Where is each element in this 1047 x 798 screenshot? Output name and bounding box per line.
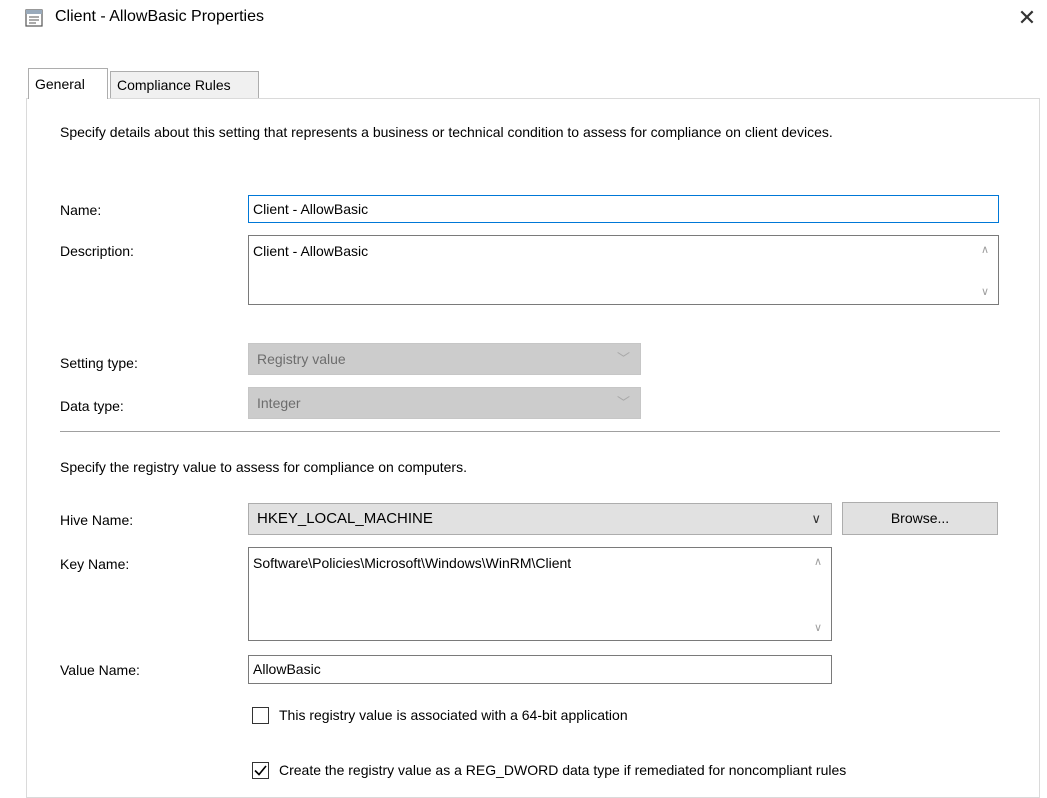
tab-compliance-rules[interactable]: Compliance Rules: [110, 71, 259, 98]
checkmark-icon: [254, 765, 267, 776]
key-name-label: Key Name:: [60, 556, 130, 572]
scroll-up-icon[interactable]: ∧: [805, 552, 831, 572]
value-name-input[interactable]: AllowBasic: [248, 655, 832, 684]
chevron-down-icon: ∨: [811, 511, 821, 526]
checkbox-dword[interactable]: [252, 762, 269, 779]
scroll-down-icon[interactable]: ∨: [972, 282, 998, 302]
value-name-label: Value Name:: [60, 662, 140, 678]
data-type-label: Data type:: [60, 398, 124, 414]
description-textarea[interactable]: Client - AllowBasic ∧ ∨: [248, 235, 999, 305]
key-name-scrollbar[interactable]: ∧ ∨: [805, 548, 831, 640]
hive-name-select[interactable]: HKEY_LOCAL_MACHINE ∨: [248, 503, 832, 535]
browse-button[interactable]: Browse...: [842, 502, 998, 535]
registry-intro-text: Specify the registry value to assess for…: [60, 459, 467, 475]
scroll-down-icon[interactable]: ∨: [805, 618, 831, 638]
key-name-textarea[interactable]: Software\Policies\Microsoft\Windows\WinR…: [248, 547, 832, 641]
hive-name-value: HKEY_LOCAL_MACHINE: [257, 510, 433, 527]
name-label: Name:: [60, 202, 102, 218]
checkbox-64bit[interactable]: [252, 707, 269, 724]
key-name-text: Software\Policies\Microsoft\Windows\WinR…: [253, 555, 572, 571]
description-label: Description:: [60, 243, 134, 259]
data-type-select: Integer ﹀: [248, 387, 641, 419]
chevron-down-icon: ﹀: [616, 351, 630, 366]
name-input[interactable]: Client - AllowBasic: [248, 195, 999, 223]
window-title: Client - AllowBasic Properties: [55, 8, 264, 25]
scroll-up-icon[interactable]: ∧: [972, 240, 998, 260]
chevron-down-icon: ﹀: [616, 395, 630, 410]
data-type-value: Integer: [257, 395, 301, 411]
hive-name-label: Hive Name:: [60, 512, 134, 528]
setting-type-label: Setting type:: [60, 355, 138, 371]
description-scrollbar[interactable]: ∧ ∨: [972, 236, 998, 304]
setting-type-value: Registry value: [257, 351, 346, 367]
section-divider-highlight: [60, 432, 1000, 433]
close-button[interactable]: ✕: [1012, 5, 1042, 31]
checkbox-dword-label[interactable]: Create the registry value as a REG_DWORD…: [279, 762, 846, 778]
setting-type-select: Registry value ﹀: [248, 343, 641, 375]
properties-icon: [25, 9, 43, 27]
tab-general[interactable]: General: [28, 68, 108, 99]
checkbox-64bit-label[interactable]: This registry value is associated with a…: [279, 707, 628, 723]
description-text: Client - AllowBasic: [253, 243, 369, 259]
intro-text: Specify details about this setting that …: [60, 124, 833, 140]
